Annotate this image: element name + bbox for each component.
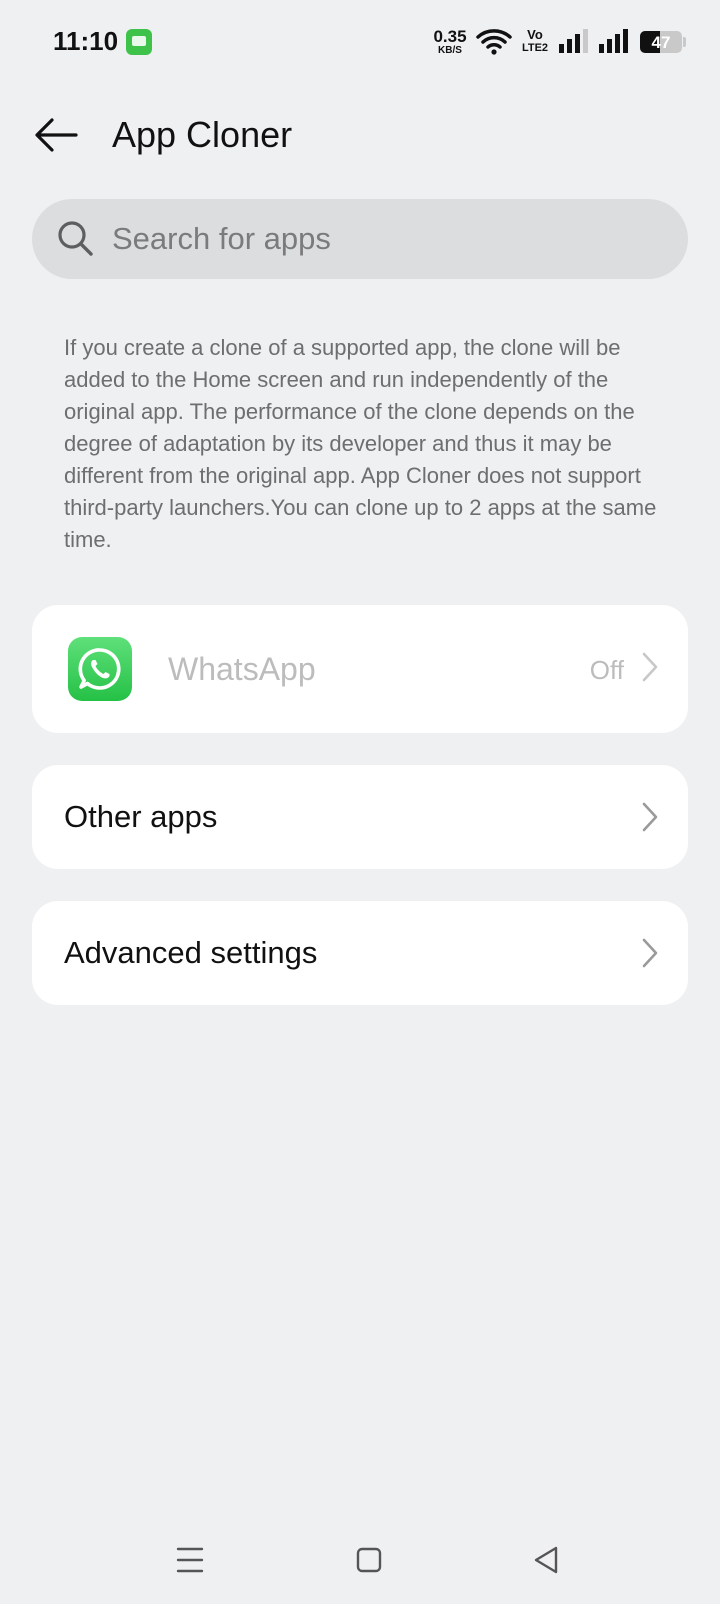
app-name: WhatsApp [168,651,316,687]
home-square-icon [356,1547,382,1573]
advanced-settings-row[interactable]: Advanced settings [32,901,688,1005]
other-apps-row[interactable]: Other apps [32,765,688,869]
whatsapp-icon [68,637,132,701]
home-button[interactable] [347,1540,391,1580]
wifi-icon [476,28,512,61]
chevron-right-icon [642,802,658,837]
volte-bottom-label: LTE2 [521,42,549,54]
menu-icon [176,1547,204,1573]
battery-level: 47 [651,33,671,52]
search-bar[interactable] [32,199,688,279]
volte-top-label: Vo [527,27,543,42]
signal-strength-sim1-icon [558,28,590,59]
network-speed-value: 0.35 [433,27,467,46]
battery-icon: 47 [640,31,682,53]
status-time: 11:10 [53,26,119,56]
back-button[interactable] [28,110,84,160]
recent-apps-button[interactable] [168,1540,212,1580]
signal-strength-sim2-icon [598,28,630,59]
description-text: If you create a clone of a supported app… [64,335,657,552]
battery-tip [683,37,686,47]
page-title: App Cloner [112,114,293,155]
app-row-whatsapp[interactable]: WhatsApp Off [32,605,688,733]
status-bar: 11:10 0.35 KB/S Vo LTE2 47 [0,0,720,84]
chevron-right-icon [642,938,658,973]
back-arrow-icon [35,118,78,152]
search-icon [56,219,96,264]
back-nav-button[interactable] [524,1540,568,1580]
network-speed-unit: KB/S [438,45,462,56]
search-input[interactable] [112,199,652,279]
app-bar: App Cloner [0,100,720,172]
app-clone-status: Off [589,655,624,685]
messages-notification-icon [126,29,152,55]
chevron-right-icon [642,652,658,687]
back-triangle-icon [534,1546,558,1574]
volte-indicator: Vo LTE2 [518,28,552,54]
system-navigation-bar [0,1530,720,1590]
network-speed: 0.35 KB/S [428,28,472,56]
other-apps-label: Other apps [64,799,218,834]
advanced-settings-label: Advanced settings [64,935,318,970]
